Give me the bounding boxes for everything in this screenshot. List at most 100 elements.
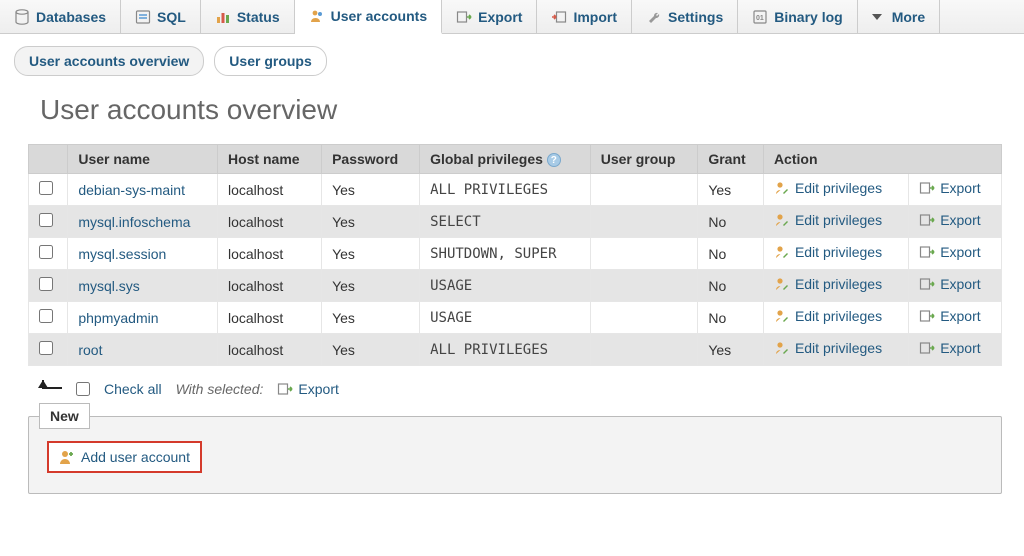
row-checkbox[interactable]: [39, 277, 53, 291]
col-group: User group: [590, 145, 698, 174]
username-link[interactable]: mysql.session: [78, 246, 166, 262]
edit-privileges-link[interactable]: Edit privileges: [774, 244, 882, 260]
edit-privileges-label: Edit privileges: [795, 308, 882, 324]
tab-export[interactable]: Export: [442, 0, 537, 33]
table-row: mysql.syslocalhostYesUSAGENoEdit privile…: [29, 270, 1002, 302]
edit-privileges-link[interactable]: Edit privileges: [774, 308, 882, 324]
grant-cell: No: [698, 270, 764, 302]
username-link[interactable]: root: [78, 342, 102, 358]
add-user-account-label: Add user account: [81, 449, 190, 465]
subtab-groups[interactable]: User groups: [214, 46, 326, 76]
host-cell: localhost: [217, 238, 321, 270]
users-table: User name Host name Password Global priv…: [28, 144, 1002, 366]
row-checkbox[interactable]: [39, 213, 53, 227]
edit-user-icon: [774, 308, 790, 324]
password-cell: Yes: [322, 334, 420, 366]
col-checkbox: [29, 145, 68, 174]
host-cell: localhost: [217, 270, 321, 302]
tab-user-accounts[interactable]: User accounts: [295, 0, 442, 34]
export-icon: [919, 180, 935, 196]
tab-settings-label: Settings: [668, 9, 723, 25]
export-icon: [919, 276, 935, 292]
check-all-checkbox[interactable]: [76, 382, 90, 396]
tab-import-label: Import: [573, 9, 617, 25]
edit-privileges-label: Edit privileges: [795, 276, 882, 292]
edit-privileges-link[interactable]: Edit privileges: [774, 180, 882, 196]
bulk-export-link[interactable]: Export: [277, 381, 338, 397]
add-user-account-link[interactable]: Add user account: [47, 441, 202, 473]
username-link[interactable]: phpmyadmin: [78, 310, 158, 326]
new-fieldset: New Add user account: [28, 416, 1002, 494]
password-cell: Yes: [322, 270, 420, 302]
row-export-link[interactable]: Export: [919, 180, 980, 196]
row-export-label: Export: [940, 244, 980, 260]
row-export-label: Export: [940, 212, 980, 228]
tab-more[interactable]: More: [858, 0, 940, 33]
users-table-wrap: User name Host name Password Global priv…: [28, 144, 1002, 366]
table-row: phpmyadminlocalhostYesUSAGENoEdit privil…: [29, 302, 1002, 334]
row-checkbox[interactable]: [39, 309, 53, 323]
row-checkbox[interactable]: [39, 181, 53, 195]
sql-icon: [135, 9, 151, 25]
edit-user-icon: [774, 340, 790, 356]
tab-databases-label: Databases: [36, 9, 106, 25]
username-link[interactable]: mysql.sys: [78, 278, 139, 294]
row-export-label: Export: [940, 340, 980, 356]
table-row: rootlocalhostYesALL PRIVILEGESYesEdit pr…: [29, 334, 1002, 366]
priv-cell: ALL PRIVILEGES: [420, 334, 591, 366]
row-export-link[interactable]: Export: [919, 340, 980, 356]
row-checkbox[interactable]: [39, 341, 53, 355]
row-export-label: Export: [940, 276, 980, 292]
edit-privileges-link[interactable]: Edit privileges: [774, 212, 882, 228]
host-cell: localhost: [217, 174, 321, 206]
export-icon: [919, 212, 935, 228]
export-icon: [919, 244, 935, 260]
edit-user-icon: [774, 244, 790, 260]
tab-binary-log[interactable]: 01 Binary log: [738, 0, 857, 33]
edit-privileges-link[interactable]: Edit privileges: [774, 276, 882, 292]
row-export-label: Export: [940, 180, 980, 196]
priv-cell: SHUTDOWN, SUPER: [420, 238, 591, 270]
edit-user-icon: [774, 212, 790, 228]
row-export-link[interactable]: Export: [919, 212, 980, 228]
username-link[interactable]: mysql.infoschema: [78, 214, 190, 230]
import-icon: [551, 9, 567, 25]
edit-privileges-label: Edit privileges: [795, 212, 882, 228]
status-icon: [215, 9, 231, 25]
row-export-link[interactable]: Export: [919, 308, 980, 324]
tab-import[interactable]: Import: [537, 0, 632, 33]
export-icon: [456, 9, 472, 25]
grant-cell: No: [698, 206, 764, 238]
tab-more-label: More: [892, 9, 925, 25]
row-export-link[interactable]: Export: [919, 276, 980, 292]
table-row: mysql.sessionlocalhostYesSHUTDOWN, SUPER…: [29, 238, 1002, 270]
tab-databases[interactable]: Databases: [0, 0, 121, 33]
subtab-overview[interactable]: User accounts overview: [14, 46, 204, 76]
table-footer: Check all With selected: Export: [34, 380, 1024, 398]
edit-privileges-link[interactable]: Edit privileges: [774, 340, 882, 356]
tab-sql-label: SQL: [157, 9, 186, 25]
row-export-link[interactable]: Export: [919, 244, 980, 260]
help-icon[interactable]: ?: [547, 153, 561, 167]
page-title: User accounts overview: [40, 94, 1024, 126]
tab-sql[interactable]: SQL: [121, 0, 201, 33]
grant-cell: Yes: [698, 174, 764, 206]
password-cell: Yes: [322, 302, 420, 334]
group-cell: [590, 270, 698, 302]
row-checkbox[interactable]: [39, 245, 53, 259]
grant-cell: No: [698, 302, 764, 334]
priv-cell: ALL PRIVILEGES: [420, 174, 591, 206]
tab-export-label: Export: [478, 9, 522, 25]
col-grant: Grant: [698, 145, 764, 174]
group-cell: [590, 302, 698, 334]
host-cell: localhost: [217, 334, 321, 366]
tab-status[interactable]: Status: [201, 0, 295, 33]
check-all-link[interactable]: Check all: [104, 381, 162, 397]
password-cell: Yes: [322, 206, 420, 238]
col-priv-label: Global privileges: [430, 151, 543, 167]
group-cell: [590, 174, 698, 206]
tab-settings[interactable]: Settings: [632, 0, 738, 33]
username-link[interactable]: debian-sys-maint: [78, 182, 185, 198]
grant-cell: No: [698, 238, 764, 270]
table-row: mysql.infoschemalocalhostYesSELECTNoEdit…: [29, 206, 1002, 238]
